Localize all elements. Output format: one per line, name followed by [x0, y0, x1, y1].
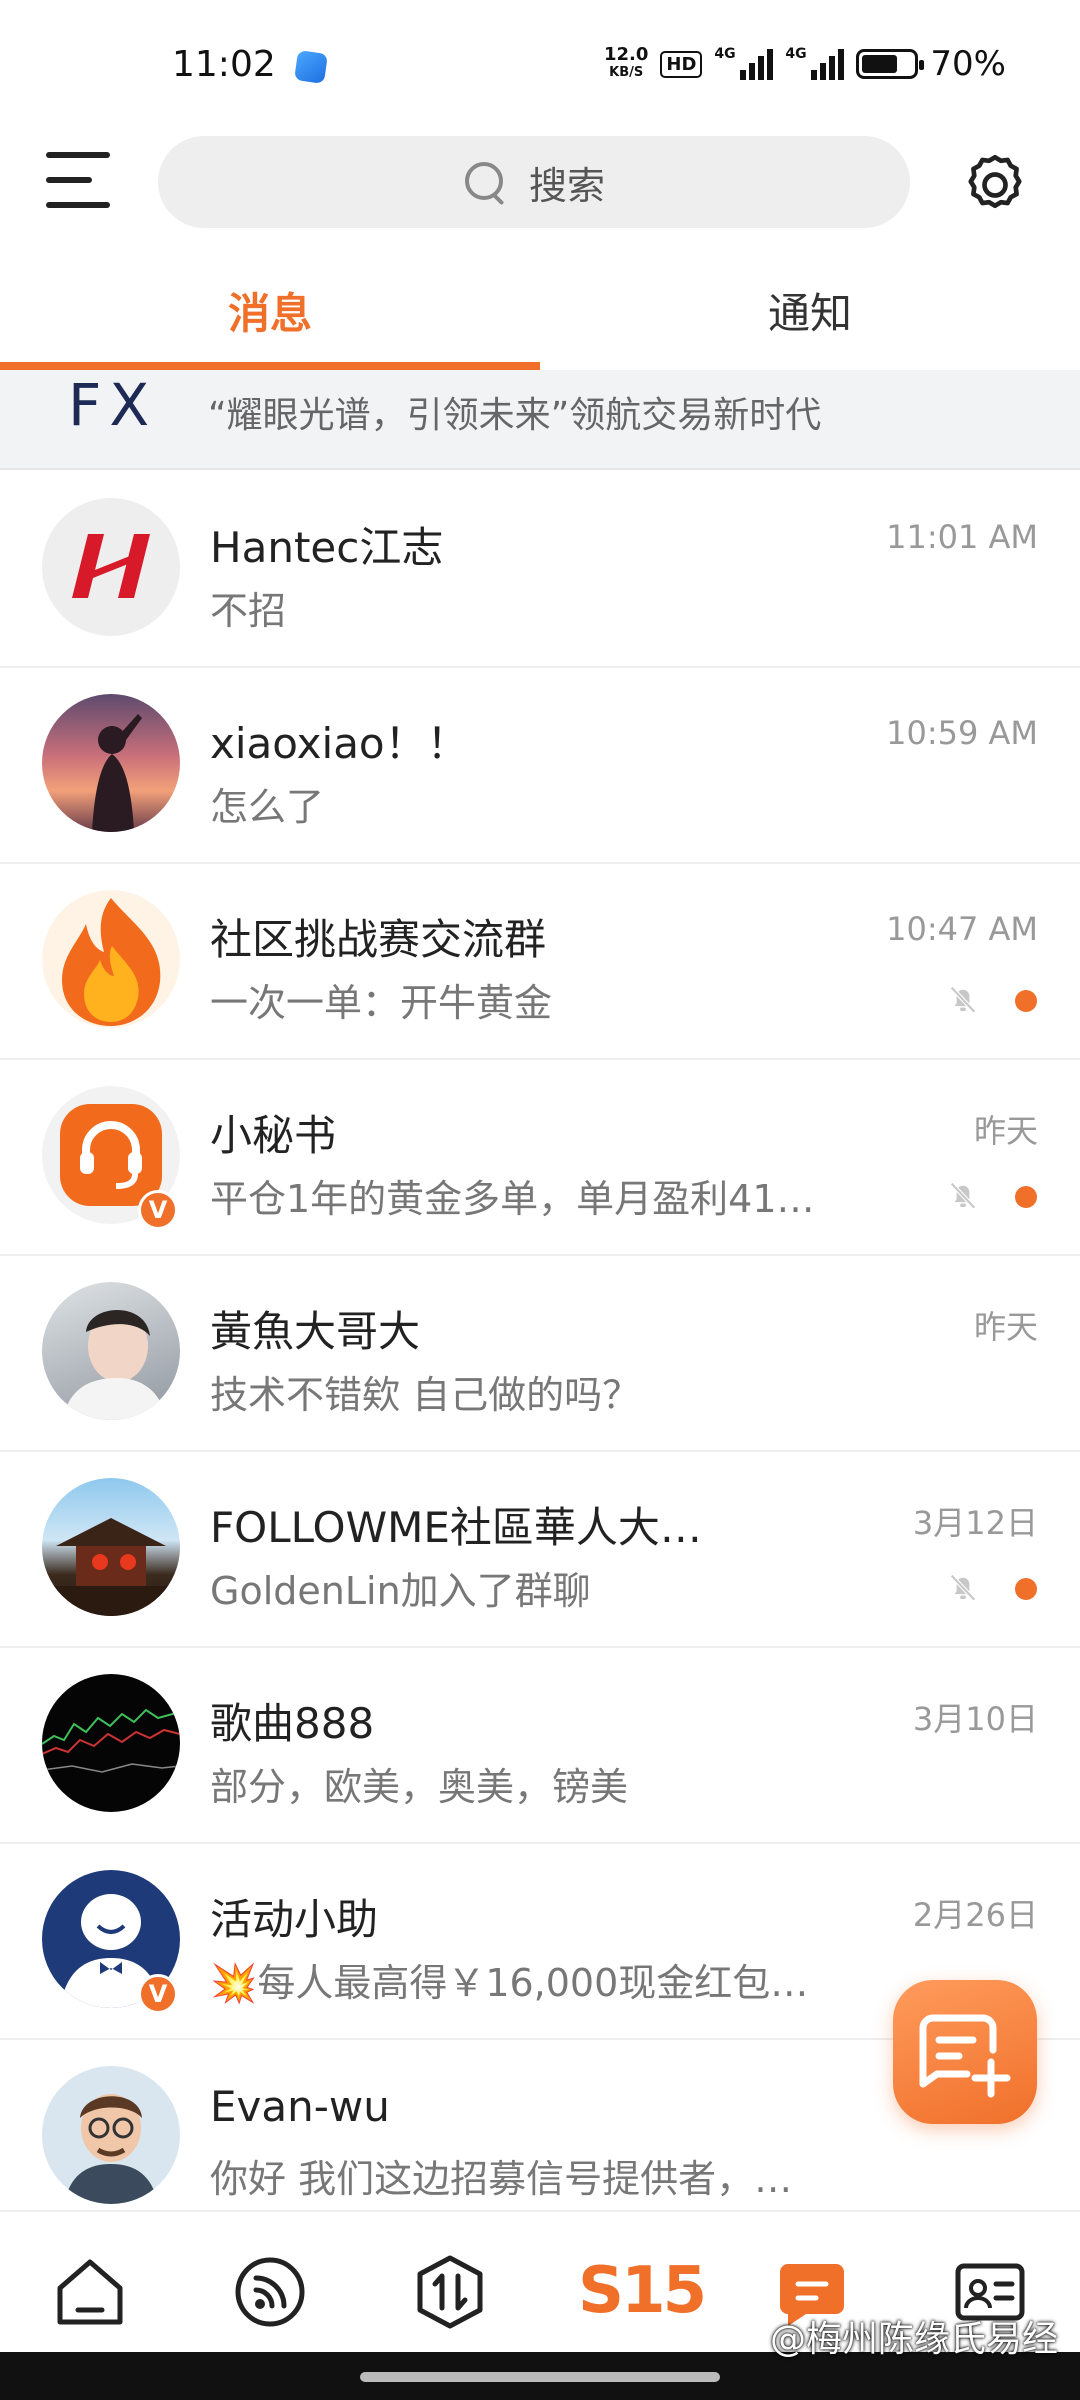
signal-tag-2: 4G [785, 46, 807, 62]
search-icon [463, 160, 507, 204]
banner-logo: FX [68, 371, 158, 439]
conversation-time: 11:01 AM [886, 518, 1038, 556]
s15-event-tab[interactable]: S15 [578, 2254, 707, 2328]
conversation-time: 10:47 AM [886, 910, 1038, 948]
conversation-preview: 一次一单：开牛黄金 [210, 981, 553, 1025]
avatar[interactable] [42, 2066, 180, 2204]
battery-icon [856, 49, 925, 79]
pavilion-icon [42, 1518, 180, 1616]
home-icon[interactable] [50, 2252, 130, 2332]
unread-dot [1015, 1578, 1037, 1600]
promo-banner[interactable]: FX “耀眼光谱，引领未来”领航交易新时代 [0, 370, 1080, 470]
avatar[interactable] [42, 1674, 180, 1812]
silhouette-icon [92, 714, 142, 832]
compose-icon [919, 2014, 1011, 2098]
signal-icon: 4G [714, 46, 774, 80]
status-bar: 11:02 12.0 KB/S HD 4G 4G 70% [0, 0, 1080, 130]
battery-percent: 70% [930, 44, 1006, 84]
conversation-preview: 不招 [210, 589, 287, 633]
mute-bell-icon [950, 986, 976, 1014]
signal-icon-2: 4G [785, 46, 845, 80]
conversation-preview: 怎么了 [210, 785, 325, 829]
network-speed-unit: KB/S [609, 65, 644, 80]
app-header: 搜索 [0, 130, 1080, 240]
conversation-item[interactable]: 社区挑战赛交流群 一次一单：开牛黄金 10:47 AM [0, 864, 1080, 1060]
tab-messages[interactable]: 消息 [0, 258, 540, 370]
avatar[interactable] [42, 1282, 180, 1420]
portrait-icon [62, 1310, 166, 1420]
flame-icon [42, 890, 180, 1028]
conversation-name: 活动小助 [210, 1895, 379, 1944]
conversation-item[interactable]: 黃魚大哥大 技术不错欸 自己做的吗？ 昨天 [0, 1256, 1080, 1452]
conversation-preview: 💥每人最高得￥16,000现金红包… [210, 1961, 809, 2005]
search-placeholder: 搜索 [528, 163, 605, 208]
conversation-name: 小秘书 [210, 1111, 337, 1160]
mute-bell-icon [950, 1574, 976, 1602]
conversation-time: 3月10日 [912, 1700, 1038, 1738]
banner-text: “耀眼光谱，引领未来”领航交易新时代 [208, 395, 822, 436]
conversation-item[interactable]: Hantec江志 不招 11:01 AM [0, 472, 1080, 668]
trade-icon[interactable] [410, 2252, 490, 2332]
search-bar[interactable]: 搜索 [158, 136, 910, 228]
conversation-name: Hantec江志 [210, 523, 444, 572]
conversation-preview: 技术不错欸 自己做的吗？ [210, 1373, 641, 1417]
conversation-time: 10:59 AM [886, 714, 1038, 752]
conversation-item[interactable]: xiaoxiao！！ 怎么了 10:59 AM [0, 668, 1080, 864]
verified-badge-icon: V [138, 1190, 178, 1230]
active-tab-indicator [0, 362, 540, 370]
conversation-time: 昨天 [973, 1308, 1038, 1346]
avatar[interactable] [42, 1478, 180, 1616]
signal-tag: 4G [714, 46, 736, 62]
conversation-name: 歌曲888 [210, 1699, 375, 1748]
battery-level [862, 55, 898, 73]
conversation-preview: 部分，欧美，奥美，镑美 [210, 1765, 629, 1809]
avatar[interactable] [42, 694, 180, 832]
watermark: @梅州陈缘氏易经 [769, 2319, 1058, 2360]
conversation-time: 3月12日 [912, 1504, 1038, 1542]
conversation-name: Evan-wu [210, 2082, 390, 2131]
unread-dot [1015, 1186, 1037, 1208]
cartoon-avatar-icon [64, 2094, 158, 2204]
unread-dot [1015, 990, 1037, 1012]
menu-icon[interactable] [46, 152, 110, 208]
conversation-item[interactable]: V 小秘书 平仓1年的黄金多单，单月盈利41… 昨天 [0, 1060, 1080, 1256]
conversation-time: 昨天 [973, 1112, 1038, 1150]
conversation-name: xiaoxiao！！ [210, 719, 469, 768]
tab-notifications[interactable]: 通知 [540, 258, 1080, 370]
new-message-button[interactable] [893, 1980, 1037, 2124]
conversation-item[interactable]: 歌曲888 部分，欧美，奥美，镑美 3月10日 [0, 1648, 1080, 1844]
conversation-preview: 你好 我们这边招募信号提供者，… [210, 2157, 793, 2201]
conversation-name: 黃魚大哥大 [210, 1307, 421, 1356]
notification-app-icon [294, 50, 328, 84]
conversation-list: Hantec江志 不招 11:01 AM xiaoxiao！！ 怎么了 10:5… [0, 472, 1080, 2236]
avatar[interactable] [42, 498, 180, 636]
gear-icon[interactable] [960, 150, 1030, 220]
hd-icon: HD [660, 50, 703, 78]
network-speed-value: 12.0 [603, 44, 649, 65]
conversation-name: 社区挑战赛交流群 [210, 915, 547, 964]
home-indicator[interactable] [360, 2372, 720, 2382]
status-time: 11:02 [172, 44, 276, 85]
stock-chart-icon [42, 1708, 180, 1773]
conversation-item[interactable]: FOLLOWME社區華人大… GoldenLin加入了群聊 3月12日 [0, 1452, 1080, 1648]
avatar[interactable] [42, 890, 180, 1028]
hantec-logo-icon [72, 534, 150, 598]
conversation-time: 2月26日 [912, 1896, 1038, 1934]
conversation-name: FOLLOWME社區華人大… [210, 1503, 702, 1552]
status-indicators: 12.0 KB/S HD 4G 4G 70% [604, 44, 1006, 84]
conversation-preview: GoldenLin加入了群聊 [210, 1569, 591, 1613]
conversation-preview: 平仓1年的黄金多单，单月盈利41… [210, 1177, 815, 1221]
feed-icon[interactable] [230, 2252, 310, 2332]
verified-badge-icon: V [138, 1974, 178, 2014]
tab-bar: 消息 通知 [0, 258, 1080, 370]
network-speed: 12.0 KB/S [604, 46, 648, 82]
mute-bell-icon [950, 1182, 976, 1210]
